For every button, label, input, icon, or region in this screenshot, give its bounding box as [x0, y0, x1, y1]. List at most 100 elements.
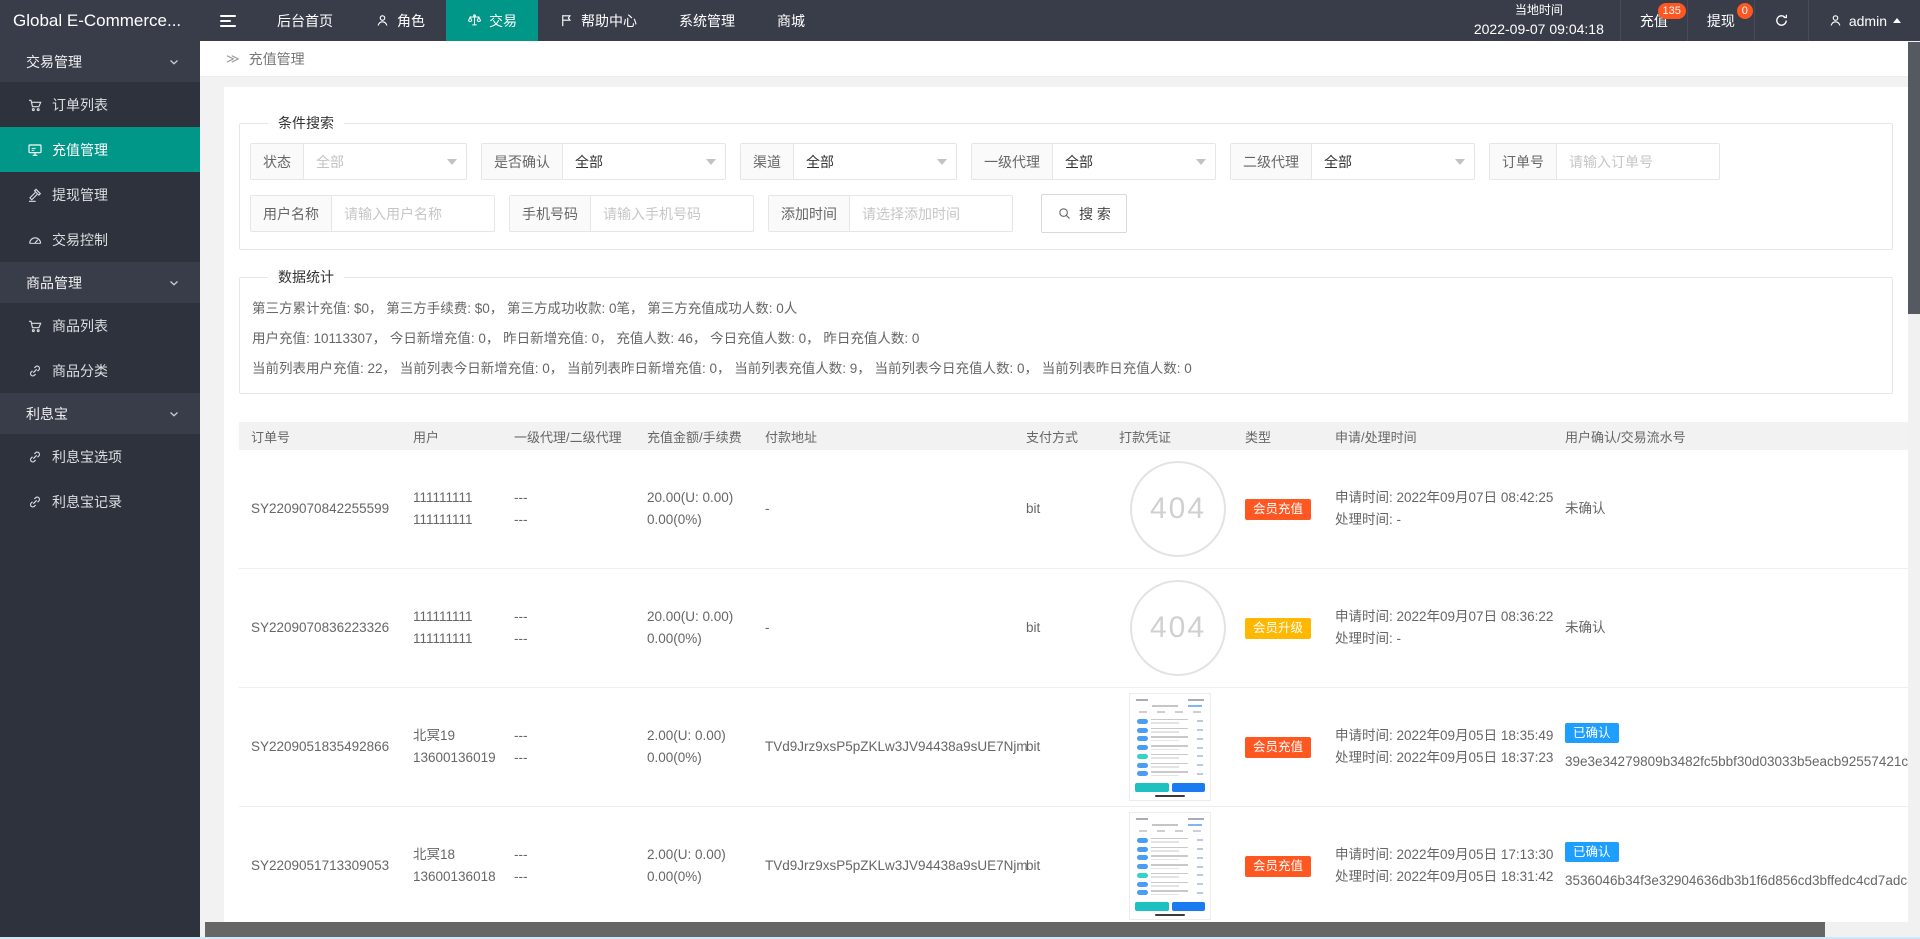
vertical-scrollbar-thumb[interactable] — [1908, 42, 1920, 314]
link-icon — [27, 494, 43, 510]
pay-type-cell: bit — [1014, 498, 1107, 520]
voucher-image[interactable] — [1130, 694, 1210, 800]
voucher-cell — [1107, 694, 1233, 800]
nav-item-trade[interactable]: 交易 — [446, 0, 538, 41]
confirm-cell: 已确认 39e3e34279809b3482fc5bbf30d03033b5ea… — [1553, 722, 1908, 773]
amount-cell: 20.00(U: 0.00)0.00(0%) — [635, 487, 753, 531]
agent-cell: ------ — [502, 844, 635, 888]
order-no-cell: SY2209070836223326 — [239, 617, 401, 639]
channel-select[interactable]: 全部 — [794, 144, 956, 179]
amount-cell: 20.00(U: 0.00)0.00(0%) — [635, 606, 753, 650]
stats-line-current-list: 当前列表用户充值: 22， 当前列表今日新增充值: 0， 当前列表昨日新增充值:… — [252, 357, 1882, 377]
scales-icon — [467, 13, 482, 28]
phone-filter: 手机号码 — [509, 195, 754, 232]
time-cell: 申请时间: 2022年09月05日 18:35:49处理时间: 2022年09月… — [1323, 725, 1553, 769]
local-time: 当地时间 2022-09-07 09:04:18 — [1458, 0, 1620, 41]
app-logo[interactable]: Global E-Commerce... — [0, 0, 200, 41]
pay-type-cell: bit — [1014, 617, 1107, 639]
gauge-icon — [27, 232, 43, 248]
address-cell: - — [753, 498, 1014, 520]
local-time-value: 2022-09-07 09:04:18 — [1474, 19, 1604, 39]
order-no-cell: SY2209051713309053 — [239, 855, 401, 877]
order-no-input[interactable] — [1557, 144, 1719, 179]
table-row: SY2209051713309053 北冥1813600136018 -----… — [239, 807, 1908, 922]
nav-item-help[interactable]: 帮助中心 — [538, 0, 658, 41]
transaction-hash: 39e3e34279809b3482fc5bbf30d03033b5eacb92… — [1565, 751, 1908, 773]
username-input[interactable] — [332, 196, 494, 231]
image-404-placeholder: 404 — [1130, 461, 1226, 557]
stats-panel: 数据统计 第三方累计充值: $0， 第三方手续费: $0， 第三方成功收款: 0… — [239, 267, 1893, 394]
type-cell: 会员充值 — [1233, 498, 1323, 520]
type-cell: 会员充值 — [1233, 855, 1323, 877]
person-icon — [1828, 13, 1843, 28]
amount-cell: 2.00(U: 0.00)0.00(0%) — [635, 725, 753, 769]
confirm-cell: 已确认 3536046b34f3e32904636db3b1f6d856cd3b… — [1553, 841, 1908, 892]
chevron-down-icon — [168, 277, 180, 289]
sidebar-item-interest-records[interactable]: 利息宝记录 — [0, 479, 200, 524]
sidebar-item-goods-list[interactable]: 商品列表 — [0, 303, 200, 348]
nav-item-home[interactable]: 后台首页 — [256, 0, 354, 41]
voucher-image[interactable] — [1130, 813, 1210, 919]
sidebar-group-trade[interactable]: 交易管理 — [0, 41, 200, 82]
dropdown-caret-icon — [1196, 159, 1206, 170]
table-header-row: 订单号 用户 一级代理/二级代理 充值金额/手续费 付款地址 支付方式 打款凭证… — [239, 422, 1908, 450]
type-badge: 会员充值 — [1245, 499, 1311, 520]
confirm-cell: 未确认 — [1553, 617, 1908, 639]
type-cell: 会员升级 — [1233, 617, 1323, 639]
agent1-select[interactable]: 全部 — [1053, 144, 1215, 179]
agent2-select[interactable]: 全部 — [1312, 144, 1474, 179]
address-cell: - — [753, 617, 1014, 639]
username-label: admin — [1849, 13, 1887, 29]
refresh-icon — [1774, 13, 1789, 28]
confirm-filter: 是否确认 全部 — [481, 143, 726, 180]
sidebar-item-withdraw-manage[interactable]: 提现管理 — [0, 172, 200, 217]
agent2-filter: 二级代理 全部 — [1230, 143, 1475, 180]
recharge-notice-button[interactable]: 充值 135 — [1620, 0, 1687, 41]
link-icon — [27, 449, 43, 465]
horizontal-scrollbar — [200, 922, 1908, 937]
recharge-table: 订单号 用户 一级代理/二级代理 充值金额/手续费 付款地址 支付方式 打款凭证… — [239, 422, 1908, 922]
username-filter: 用户名称 — [250, 195, 495, 232]
nav-item-mall[interactable]: 商城 — [756, 0, 826, 41]
main-content: ≫ 充值管理 条件搜索 状态 全部 是否确认 — [200, 41, 1908, 922]
sidebar-item-goods-category[interactable]: 商品分类 — [0, 348, 200, 393]
sidebar-group-interest[interactable]: 利息宝 — [0, 393, 200, 434]
page-title: 充值管理 — [249, 49, 305, 69]
user-menu[interactable]: admin — [1808, 0, 1920, 41]
nav-item-system[interactable]: 系统管理 — [658, 0, 756, 41]
sidebar-item-trade-control[interactable]: 交易控制 — [0, 217, 200, 262]
search-button[interactable]: 搜 索 — [1041, 194, 1127, 233]
agent1-filter: 一级代理 全部 — [971, 143, 1216, 180]
time-cell: 申请时间: 2022年09月05日 17:13:30处理时间: 2022年09月… — [1323, 844, 1553, 888]
refresh-button[interactable] — [1754, 0, 1808, 41]
sidebar-group-goods[interactable]: 商品管理 — [0, 262, 200, 303]
sidebar-item-interest-options[interactable]: 利息宝选项 — [0, 434, 200, 479]
cart-icon — [27, 97, 43, 113]
chevron-down-icon — [168, 408, 180, 420]
withdraw-count-badge: 0 — [1737, 3, 1753, 19]
withdraw-notice-button[interactable]: 提现 0 — [1687, 0, 1754, 41]
horizontal-scrollbar-thumb[interactable] — [205, 922, 1825, 937]
filter-row-1: 状态 全部 是否确认 全部 渠道 — [250, 143, 1882, 180]
monitor-icon — [27, 142, 43, 158]
amount-cell: 2.00(U: 0.00)0.00(0%) — [635, 844, 753, 888]
pay-type-cell: bit — [1014, 736, 1107, 758]
confirm-select[interactable]: 全部 — [563, 144, 725, 179]
local-time-label: 当地时间 — [1515, 2, 1563, 19]
nav-item-roles[interactable]: 角色 — [354, 0, 446, 41]
menu-toggle-button[interactable] — [200, 0, 256, 41]
status-select[interactable]: 全部 — [304, 144, 466, 179]
phone-input[interactable] — [591, 196, 753, 231]
hamburger-icon — [220, 15, 236, 27]
dropdown-caret-icon — [937, 159, 947, 170]
voucher-cell: 404 — [1107, 580, 1233, 676]
sidebar-item-order-list[interactable]: 订单列表 — [0, 82, 200, 127]
chevron-up-icon — [1893, 14, 1901, 23]
agent-cell: ------ — [502, 487, 635, 531]
search-panel-legend: 条件搜索 — [268, 113, 344, 133]
addtime-input[interactable] — [850, 196, 1012, 231]
type-cell: 会员充值 — [1233, 736, 1323, 758]
sidebar-item-recharge-manage[interactable]: 充值管理 — [0, 127, 200, 172]
sidebar: 交易管理 订单列表 充值管理 提现管理 — [0, 41, 200, 939]
breadcrumb: ≫ 充值管理 — [200, 41, 1908, 77]
